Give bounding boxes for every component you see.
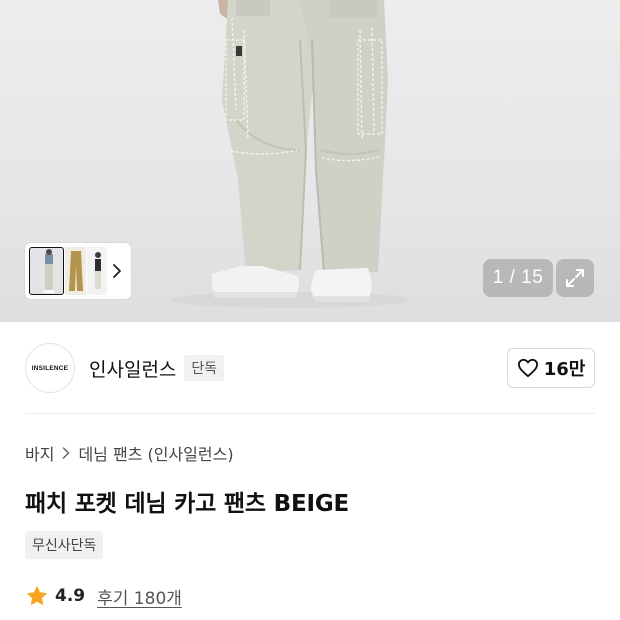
thumbnail-3[interactable] xyxy=(86,247,108,295)
divider xyxy=(25,413,595,414)
breadcrumb: 바지 데님 팬츠 (인사일런스) xyxy=(25,440,234,466)
like-count: 16만 xyxy=(543,359,586,380)
rating-score: 4.9 xyxy=(55,586,86,606)
like-button[interactable]: 16만 xyxy=(507,348,595,388)
brand-exclusive-badge: 단독 xyxy=(184,355,225,381)
thumbnail-2[interactable] xyxy=(65,247,86,295)
breadcrumb-item-subcategory[interactable]: 데님 팬츠 (인사일런스) xyxy=(78,441,233,465)
breadcrumb-item-category[interactable]: 바지 xyxy=(25,441,54,465)
chevron-right-icon[interactable] xyxy=(108,262,125,280)
rating-row: 4.9 후기 180개 xyxy=(25,582,182,610)
product-image-gallery[interactable]: 1 / 15 xyxy=(0,0,620,322)
brand-name[interactable]: 인사일런스 xyxy=(89,355,176,382)
thumbnail-1[interactable] xyxy=(29,247,65,295)
chevron-right-icon xyxy=(62,447,70,459)
star-icon xyxy=(26,585,48,606)
heart-icon xyxy=(517,358,538,378)
brand-logo-text: INSILENCE xyxy=(31,364,69,372)
product-title: 패치 포켓 데님 카고 팬츠 BEIGE xyxy=(25,491,350,517)
image-counter: 1 / 15 xyxy=(483,259,553,297)
expand-button[interactable] xyxy=(556,259,594,297)
exclusive-tag: 무신사단독 xyxy=(25,531,104,559)
review-count-link[interactable]: 후기 180개 xyxy=(97,584,182,609)
brand-row: INSILENCE 인사일런스 단독 16만 xyxy=(25,342,595,394)
image-counter-text: 1 / 15 xyxy=(492,267,544,288)
expand-icon xyxy=(566,269,584,287)
thumbnail-strip[interactable] xyxy=(25,243,131,299)
brand-logo[interactable]: INSILENCE xyxy=(25,343,75,393)
